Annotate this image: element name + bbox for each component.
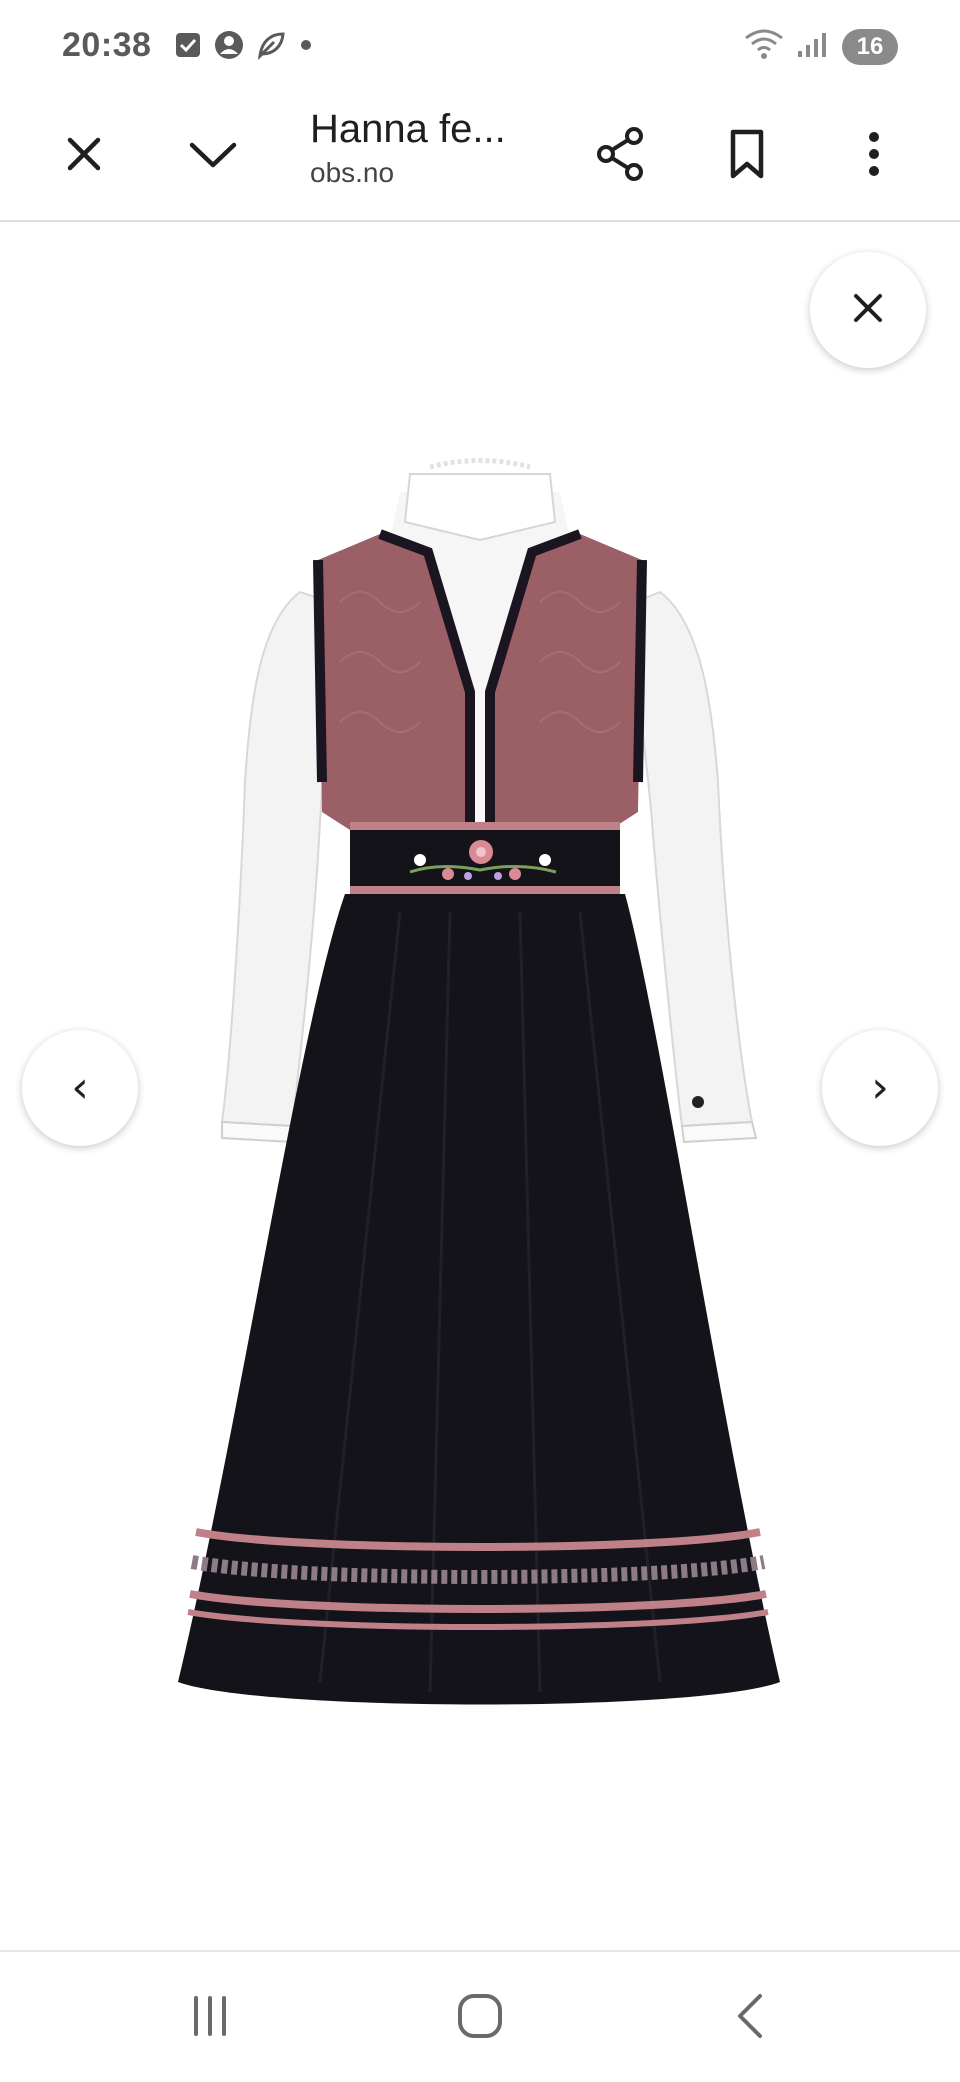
close-button[interactable] (44, 116, 124, 196)
more-vert-icon (867, 130, 881, 183)
page-domain: obs.no (310, 157, 395, 188)
wifi-icon (744, 28, 784, 65)
more-options-button[interactable] (834, 116, 914, 196)
status-time: 20:38 (62, 26, 152, 64)
top-toolbar: Hanna fe... obs.no (0, 92, 960, 222)
share-icon (594, 126, 646, 187)
product-image (178, 458, 780, 1705)
chevron-right-icon: › (871, 1062, 889, 1113)
account-icon (214, 30, 244, 65)
close-image-button[interactable] (810, 252, 926, 368)
status-icons-right: 16 (744, 28, 898, 65)
recents-button[interactable] (160, 1978, 260, 2058)
back-button[interactable] (700, 1978, 800, 2058)
chevron-left-icon: ‹ (71, 1062, 89, 1113)
image-viewer: ‹ › (0, 222, 960, 1950)
close-icon (851, 291, 885, 330)
battery-level: 16 (856, 32, 884, 60)
back-icon (732, 1992, 768, 2045)
page-title-block[interactable]: Hanna fe... obs.no (310, 102, 550, 190)
share-button[interactable] (580, 116, 660, 196)
page-title: Hanna fe... (310, 107, 506, 151)
system-nav-bar (0, 1950, 960, 2082)
signal-icon (796, 29, 830, 64)
chevron-down-icon (188, 139, 238, 174)
dot-icon (298, 37, 314, 58)
status-icons-left (174, 30, 314, 65)
next-image-button[interactable]: › (822, 1030, 938, 1146)
leaf-icon (256, 30, 286, 65)
checkbox-icon (174, 31, 202, 64)
close-icon (64, 134, 104, 179)
home-icon (456, 1992, 504, 2045)
collapse-button[interactable] (173, 116, 253, 196)
battery-icon: 16 (842, 28, 898, 65)
previous-image-button[interactable]: ‹ (22, 1030, 138, 1146)
bookmark-button[interactable] (707, 116, 787, 196)
recents-icon (188, 1994, 232, 2043)
status-bar: 20:38 16 (0, 0, 960, 92)
bookmark-icon (727, 128, 767, 185)
home-button[interactable] (430, 1978, 530, 2058)
